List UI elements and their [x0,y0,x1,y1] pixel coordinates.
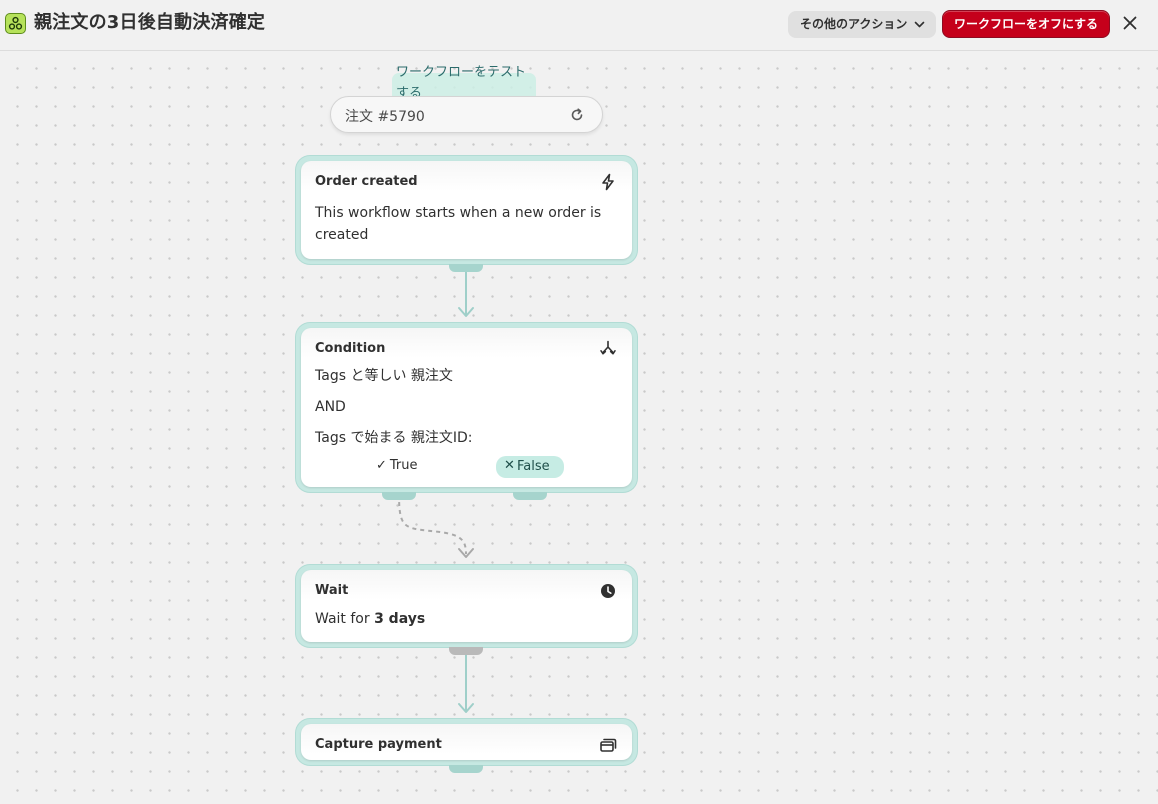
payment-card-icon [600,738,617,752]
branch-icon [600,340,616,355]
close-icon [1123,16,1137,30]
wait-node[interactable]: Wait Wait for 3 days [296,565,637,655]
clock-icon [601,584,615,598]
action-node-capture-payment[interactable]: Capture payment [296,719,637,773]
false-output-handle[interactable] [513,492,547,500]
lightning-icon [602,173,614,191]
refresh-icon[interactable] [569,107,585,123]
node-output-handle[interactable] [449,647,483,655]
condition-operator: AND [315,399,346,415]
connector-order-to-condition [458,266,474,317]
test-order-label: 注文 #5790 [345,109,425,125]
more-actions-label: その他のアクション [800,17,908,31]
test-workflow-tooltip: ワークフローをテストする [396,65,527,96]
node-card: Order created This workflow starts when … [301,161,632,259]
connector-true-to-wait [398,493,474,558]
node-title: Wait [315,583,349,598]
flow-app-icon [5,13,26,34]
wait-description: Wait for 3 days [315,608,425,630]
branch-false-tab[interactable]: ✕ False [496,456,564,478]
node-card: Capture payment [301,724,632,760]
condition-node[interactable]: Condition Tags と等しい 親注文 AND Tags で始まる 親注… [296,323,637,500]
condition-line-1: Tags と等しい 親注文 [315,368,453,384]
node-output-handle[interactable] [449,765,483,773]
node-card: Wait Wait for 3 days [301,570,632,642]
node-title: Condition [315,341,386,356]
x-icon: ✕ [504,458,515,473]
branch-false-label: False [517,459,550,474]
check-icon: ✓ [376,458,387,473]
branch-true-tab[interactable]: ✓ True [376,458,418,473]
true-output-handle[interactable] [382,492,416,500]
branch-true-label: True [389,458,418,473]
close-button[interactable] [1120,13,1140,33]
node-title: Order created [315,174,418,189]
header-bar: 親注文の3日後自動決済確定 その他のアクション ワークフローをオフにする [0,0,1158,51]
test-order-picker[interactable]: 注文 #5790 [330,96,603,133]
wait-duration: 3 days [374,611,426,627]
node-title: Capture payment [315,737,442,752]
page-title: 親注文の3日後自動決済確定 [34,12,266,33]
wait-prefix: Wait for [315,611,370,627]
node-output-handle[interactable] [449,264,483,272]
workflow-canvas[interactable]: ワークフローをテストする 注文 #5790 Order created This… [0,51,1158,804]
turn-off-workflow-button[interactable]: ワークフローをオフにする [942,10,1110,38]
more-actions-button[interactable]: その他のアクション [788,11,936,38]
chevron-down-icon [914,21,925,28]
trigger-node-order-created[interactable]: Order created This workflow starts when … [296,156,637,272]
node-description: This workflow starts when a new order is… [315,205,602,243]
condition-line-2: Tags で始まる 親注文ID: [315,430,473,446]
connector-wait-to-capture [458,648,474,713]
node-card: Condition Tags と等しい 親注文 AND Tags で始まる 親注… [301,328,632,487]
